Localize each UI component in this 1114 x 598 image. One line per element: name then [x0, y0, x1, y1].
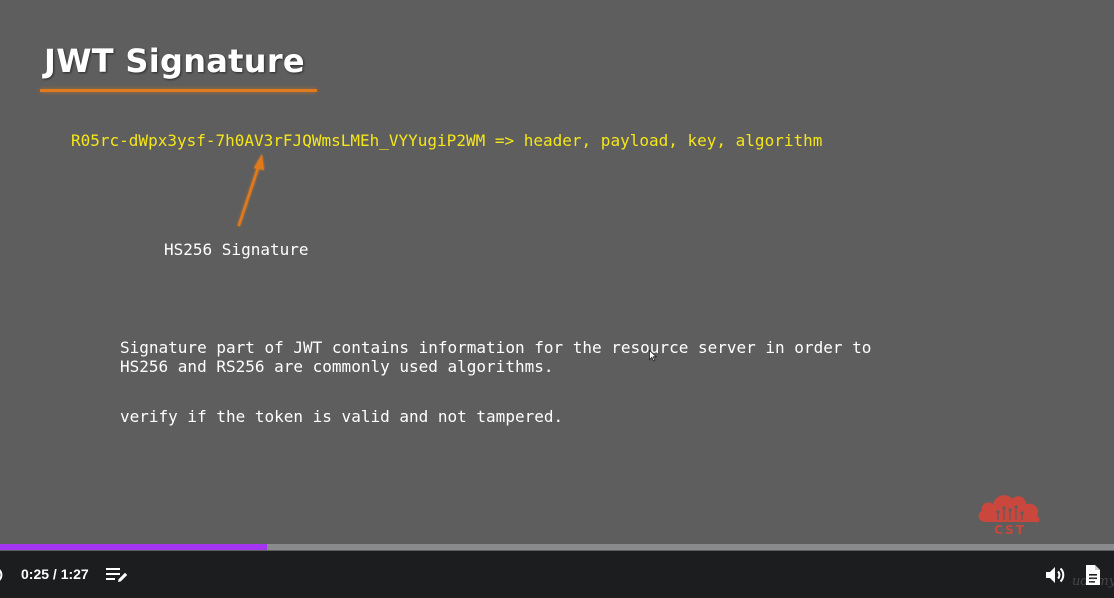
logo-text: CST	[994, 523, 1026, 537]
rewind-icon[interactable]	[0, 566, 6, 584]
transcript-icon[interactable]	[105, 565, 129, 585]
token-line: R05rc-dWpx3ysf-7h0AV3rFJQWmsLMEh_VYYugiP…	[71, 131, 823, 150]
signature-description: Signature part of JWT contains informati…	[120, 290, 871, 474]
watermark: udemy	[1072, 574, 1114, 589]
mouse-cursor-icon	[649, 350, 657, 362]
title-underline	[40, 89, 317, 92]
progress-fill	[0, 544, 267, 550]
video-frame[interactable]: JWT Signature R05rc-dWpx3ysf-7h0AV3rFJQW…	[0, 0, 1114, 551]
description-line-1: Signature part of JWT contains informati…	[120, 338, 872, 357]
cloud-logo-icon	[978, 495, 1040, 523]
time-display: 0:25 / 1:27	[21, 566, 89, 582]
volume-icon[interactable]	[1044, 565, 1068, 585]
description-line-2: verify if the token is valid and not tam…	[120, 407, 564, 426]
control-bar: 0:25 / 1:27	[0, 551, 1114, 598]
signature-label: HS256 Signature	[164, 240, 309, 259]
slide-title: JWT Signature	[44, 42, 305, 80]
cst-logo: CST	[974, 486, 1046, 542]
algorithms-note: HS256 and RS256 are commonly used algori…	[120, 357, 554, 376]
video-player: JWT Signature R05rc-dWpx3ysf-7h0AV3rFJQW…	[0, 0, 1114, 598]
progress-bar[interactable]	[0, 544, 1114, 550]
